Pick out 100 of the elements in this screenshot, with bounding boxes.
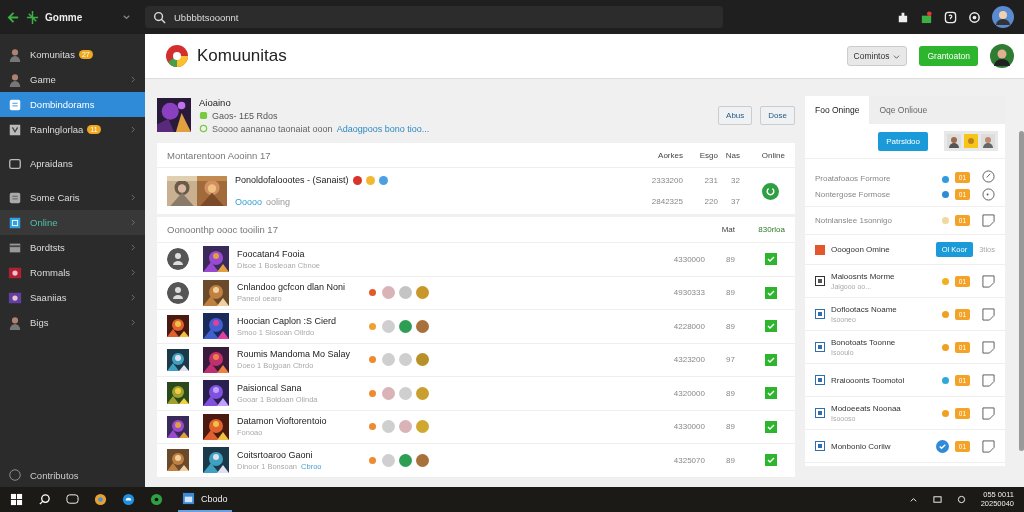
document-icon (8, 190, 22, 205)
avatar-group[interactable] (944, 131, 998, 151)
table-cell-text: 4228000 (672, 321, 705, 331)
table-cell-text: 4330000 (672, 254, 705, 264)
sidebar-item[interactable]: Some Caris (0, 185, 145, 210)
sidebar-item[interactable]: Bordtsts (0, 235, 145, 260)
box-icon (8, 122, 22, 137)
app-icon (814, 309, 825, 319)
panel-tab[interactable]: Oqe Onlioue (869, 96, 938, 124)
circle-icon[interactable] (982, 188, 995, 201)
app-icon (814, 441, 825, 451)
music-app-icon[interactable] (150, 493, 163, 506)
profile-description: Soooo aananao taonaiat ooon (212, 123, 333, 134)
list-item-label: Rraiooonts Toomotol (830, 375, 905, 385)
checkbox[interactable] (764, 387, 777, 400)
help-icon[interactable] (944, 10, 957, 24)
list-item-label: Doflootacs Noame (830, 305, 897, 314)
logo-icon (165, 44, 189, 68)
note-icon[interactable] (982, 274, 995, 288)
checkbox[interactable] (764, 353, 777, 366)
list-item-label: Proatafoaos Formore (814, 174, 891, 183)
sidebar-item[interactable]: Apraidans (0, 151, 145, 176)
note-icon[interactable] (982, 373, 995, 387)
profile-name: Aioaino (199, 96, 232, 108)
chat-icon (8, 156, 22, 171)
profile-button[interactable]: Abus (718, 105, 753, 125)
game-title: Ponoldofaloootes - (Sanaist) (235, 175, 349, 185)
list-item-label: Maloosnts Morme (830, 272, 895, 281)
avatar[interactable] (992, 6, 1014, 28)
sidebar-item[interactable]: Saaniias (0, 285, 145, 310)
browser-icon[interactable] (94, 493, 107, 506)
scrollbar[interactable] (1019, 131, 1024, 451)
checkbox[interactable] (764, 320, 777, 333)
table-cell-text: 4930333 (672, 288, 705, 298)
description-link[interactable]: Adaogpoos bono tioo... (336, 123, 430, 134)
column-header: Aorkes (657, 150, 683, 160)
table-cell-text: 89 (725, 288, 735, 298)
note-icon[interactable] (982, 406, 995, 420)
app-name: Gomme (45, 11, 83, 23)
game-title: Paisioncal Sana (237, 382, 303, 393)
sidebar-item[interactable]: Bigs (0, 310, 145, 335)
browser-icon[interactable] (122, 493, 135, 506)
volume-icon[interactable] (956, 495, 966, 504)
chat-icon[interactable] (66, 493, 79, 506)
table-cell-text: 231 (703, 176, 718, 185)
checkbox[interactable] (764, 253, 777, 266)
table-cell-text: 2842325 (650, 197, 683, 206)
start-icon[interactable] (10, 493, 23, 506)
table-cell-text: 4330000 (672, 422, 705, 432)
sidebar-item[interactable]: Online (0, 210, 145, 235)
character-icon (8, 315, 22, 330)
app-icon (814, 375, 825, 385)
network-icon[interactable] (932, 495, 942, 504)
sidebar-item[interactable]: Game (0, 67, 145, 92)
chevron-icon[interactable] (908, 495, 918, 504)
profile-stats: Gaos- 1£5 Rdos (212, 110, 278, 121)
search-field[interactable]: Ubbbbtsooonnt (145, 6, 723, 28)
puzzle-icon[interactable] (896, 10, 909, 24)
app-icon (8, 215, 22, 230)
checkbox[interactable] (764, 454, 777, 467)
game-title: Foocatan4 Fooia (237, 248, 306, 259)
avatar (947, 133, 961, 149)
check-circle-icon[interactable] (982, 170, 995, 183)
gift-icon[interactable] (920, 10, 933, 24)
avatar (981, 133, 995, 149)
sidebar-item[interactable]: Rommals (0, 260, 145, 285)
search-icon[interactable] (38, 493, 51, 506)
avatar (964, 133, 978, 149)
game-title: Hoocian Caplon :S Cierd (237, 315, 338, 326)
note-icon[interactable] (982, 439, 995, 453)
checkbox[interactable] (764, 420, 777, 433)
note-icon[interactable] (982, 340, 995, 354)
table-cell-text: 37 (730, 197, 740, 206)
game-art-icon (8, 265, 22, 280)
note-icon[interactable] (982, 214, 995, 227)
document-icon (8, 97, 22, 112)
game-title: Coitsrtoaroo Gaoni (237, 449, 314, 460)
column-header: Nas (724, 150, 740, 160)
note-icon[interactable] (982, 307, 995, 321)
table-cell-text: 89 (725, 321, 735, 331)
checkbox[interactable] (764, 286, 777, 299)
column-header: Mat (720, 225, 735, 234)
taskbar-app[interactable]: Cbodo (178, 487, 232, 512)
profile-button[interactable]: Dose (760, 105, 795, 125)
section-title: Ooogoon Omine (830, 245, 890, 254)
game-title: Roumis Mandoma Mo Salay (237, 349, 352, 360)
filter-dropdown[interactable]: Comintos (846, 46, 908, 66)
list-item-label: Nontergose Formose (814, 190, 891, 199)
table-cell-text: 89 (725, 455, 735, 465)
table-cell-text: 4323200 (672, 355, 705, 365)
sidebar-item[interactable]: Contributos (0, 463, 145, 487)
back-icon[interactable] (7, 10, 20, 24)
sidebar-item[interactable]: Dombindorams (0, 92, 145, 117)
avatar[interactable] (990, 44, 1014, 68)
table-cell-text: 89 (725, 388, 735, 398)
list-item-label: Monbonlo Coriiw (830, 441, 891, 451)
panel-tab[interactable]: Foo Oninge (804, 96, 870, 124)
table-cell-text: 97 (725, 355, 735, 365)
table-cell-text: 89 (725, 254, 735, 264)
list-item-label: Notnlanslee 1sonnigo (814, 216, 892, 225)
